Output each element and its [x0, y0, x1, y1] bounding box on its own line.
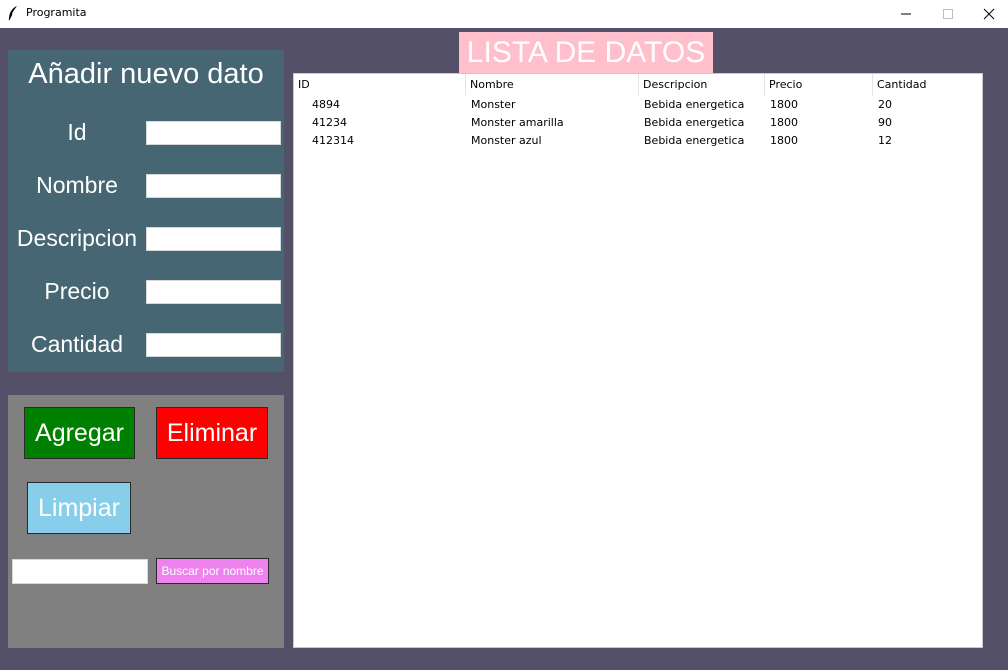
buscar-button[interactable]: Buscar por nombre [156, 558, 269, 584]
precio-field[interactable] [146, 280, 281, 304]
list-title: LISTA DE DATOS [459, 32, 713, 73]
table-header: ID Nombre Descripcion Precio Cantidad [294, 74, 982, 96]
app-window: Programita Añadir nuevo dato Id Nombre D… [0, 0, 1008, 670]
table-row[interactable]: 412314 Monster azul Bebida energetica 18… [294, 132, 982, 150]
add-data-panel: Añadir nuevo dato Id Nombre Descripcion … [8, 50, 284, 372]
cell-cantidad: 90 [878, 116, 892, 129]
cell-precio: 1800 [770, 98, 798, 111]
table-row[interactable]: 41234 Monster amarilla Bebida energetica… [294, 114, 982, 132]
cell-precio: 1800 [770, 134, 798, 147]
data-table[interactable]: ID Nombre Descripcion Precio Cantidad 48… [293, 73, 983, 648]
column-header-precio[interactable]: Precio [765, 74, 873, 96]
form-title: Añadir nuevo dato [28, 58, 264, 90]
descripcion-label: Descripcion [16, 225, 138, 251]
nombre-label: Nombre [36, 172, 118, 198]
close-button[interactable] [968, 0, 1008, 28]
minimize-button[interactable] [885, 0, 927, 28]
cantidad-label: Cantidad [30, 331, 124, 357]
maximize-button[interactable] [927, 0, 969, 28]
cell-descripcion: Bebida energetica [644, 116, 745, 129]
cell-nombre: Monster azul [471, 134, 542, 147]
limpiar-button[interactable]: Limpiar [27, 482, 131, 534]
column-header-nombre[interactable]: Nombre [466, 74, 639, 96]
eliminar-button[interactable]: Eliminar [156, 407, 268, 459]
cell-id: 412314 [312, 134, 354, 147]
id-label: Id [67, 119, 87, 145]
cell-cantidad: 12 [878, 134, 892, 147]
feather-icon [7, 5, 19, 21]
cell-id: 41234 [312, 116, 347, 129]
agregar-button[interactable]: Agregar [24, 407, 135, 459]
cell-descripcion: Bebida energetica [644, 98, 745, 111]
title-bar[interactable]: Programita [0, 0, 1008, 28]
cell-nombre: Monster amarilla [471, 116, 564, 129]
column-header-cantidad[interactable]: Cantidad [873, 74, 982, 96]
nombre-field[interactable] [146, 174, 281, 198]
cell-nombre: Monster [471, 98, 516, 111]
column-header-id[interactable]: ID [294, 74, 466, 96]
actions-panel: Agregar Eliminar Limpiar Buscar por nomb… [8, 395, 284, 648]
table-row[interactable]: 4894 Monster Bebida energetica 1800 20 [294, 96, 982, 114]
precio-label: Precio [44, 278, 110, 304]
cell-id: 4894 [312, 98, 340, 111]
search-input[interactable] [12, 559, 148, 584]
window-title: Programita [26, 6, 87, 19]
descripcion-field[interactable] [146, 227, 281, 251]
cell-cantidad: 20 [878, 98, 892, 111]
cantidad-field[interactable] [146, 333, 281, 357]
client-area: Añadir nuevo dato Id Nombre Descripcion … [0, 28, 1008, 670]
column-header-descripcion[interactable]: Descripcion [639, 74, 765, 96]
id-field[interactable] [146, 121, 281, 145]
cell-descripcion: Bebida energetica [644, 134, 745, 147]
cell-precio: 1800 [770, 116, 798, 129]
